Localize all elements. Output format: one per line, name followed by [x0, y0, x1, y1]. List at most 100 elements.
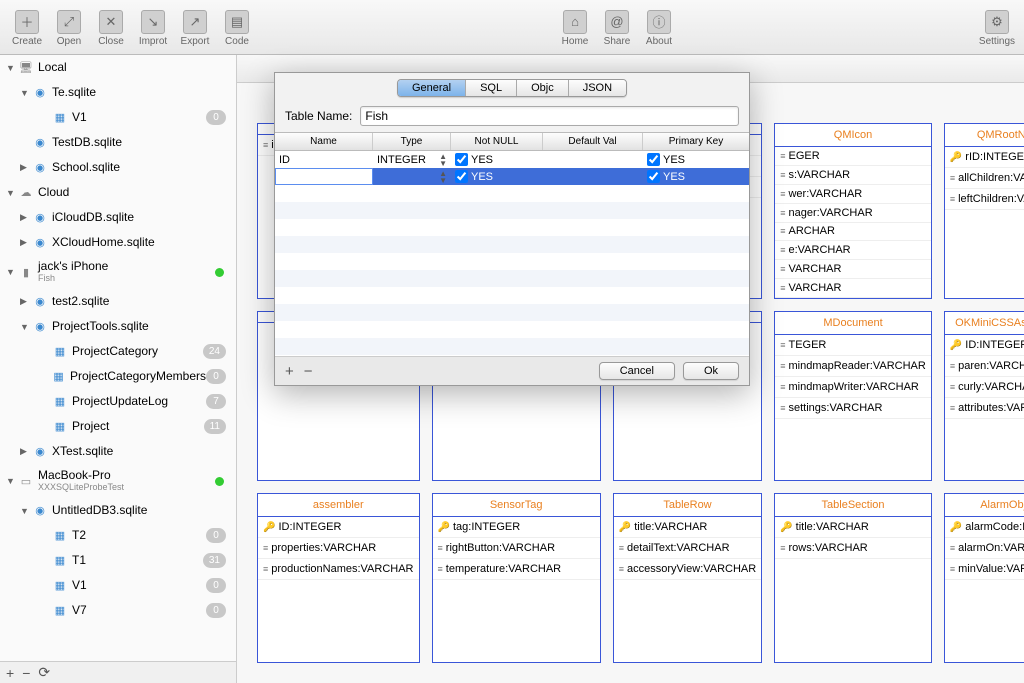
tree-group[interactable]: ▼☁Cloud: [0, 180, 236, 205]
tree-db[interactable]: ◉TestDB.sqlite: [0, 130, 236, 155]
tree-table[interactable]: ▦ProjectUpdateLog7: [0, 389, 236, 414]
column-row[interactable]: [275, 185, 749, 202]
pk-cell[interactable]: YES: [643, 168, 749, 185]
chevron-icon[interactable]: ▼: [6, 63, 18, 73]
chevron-icon[interactable]: ▼: [20, 322, 32, 332]
tree-label: Cloud: [38, 186, 69, 199]
tree-group[interactable]: ▼🖥Local: [0, 55, 236, 80]
notnull-cell[interactable]: YES: [451, 168, 543, 185]
table-card[interactable]: AlarmObject🔑alarmCode:INTEGER≡alarmOn:VA…: [944, 493, 1024, 663]
notnull-cell-checkbox[interactable]: [455, 153, 468, 166]
tree-group[interactable]: ▼▭MacBook-ProXXXSQLiteProbeTest: [0, 464, 236, 498]
open-button[interactable]: ⤢Open: [50, 8, 88, 47]
pk-cell[interactable]: YES: [643, 151, 749, 168]
column-row[interactable]: [275, 202, 749, 219]
table-card[interactable]: TableSection🔑title:VARCHAR≡rows:VARCHAR: [774, 493, 932, 663]
chevron-icon[interactable]: ▶: [20, 212, 32, 223]
column-row[interactable]: [275, 219, 749, 236]
tab-objc[interactable]: Objc: [517, 80, 569, 96]
tree-db[interactable]: ▶◉School.sqlite: [0, 155, 236, 180]
tab-general[interactable]: General: [398, 80, 466, 96]
chevron-icon[interactable]: ▶: [20, 296, 32, 307]
table-card[interactable]: assembler🔑ID:INTEGER≡properties:VARCHAR≡…: [257, 493, 420, 663]
chevron-icon[interactable]: ▶: [20, 162, 32, 173]
tree-db[interactable]: ▶◉XCloudHome.sqlite: [0, 230, 236, 255]
tree-db[interactable]: ▶◉test2.sqlite: [0, 289, 236, 314]
table-card[interactable]: TableRow🔑title:VARCHAR≡detailText:VARCHA…: [613, 493, 762, 663]
share-button[interactable]: @Share: [598, 8, 636, 47]
refresh-icon[interactable]: ⟳: [38, 664, 50, 681]
tree-table[interactable]: ▦T20: [0, 523, 236, 548]
pk-cell-checkbox[interactable]: [647, 170, 660, 183]
notnull-cell-checkbox[interactable]: [455, 170, 468, 183]
card-title: assembler: [258, 494, 419, 517]
close-button[interactable]: ✕Close: [92, 8, 130, 47]
column-row[interactable]: IDINTEGER▲▼YESYES: [275, 151, 749, 168]
stepper-icon[interactable]: ▲▼: [439, 170, 447, 184]
column-row[interactable]: [275, 253, 749, 270]
card-field: 🔑alarmCode:INTEGER: [945, 517, 1024, 538]
column-icon: ≡: [950, 543, 955, 553]
chevron-icon[interactable]: ▼: [20, 506, 32, 516]
tree-db[interactable]: ▼◉UntitledDB3.sqlite: [0, 498, 236, 523]
column-row[interactable]: [275, 338, 749, 355]
db-icon: ◉: [32, 503, 48, 519]
chevron-icon[interactable]: ▼: [6, 188, 18, 198]
table-card[interactable]: MDocument≡TEGER≡mindmapReader:VARCHAR≡mi…: [774, 311, 932, 481]
table-name-input[interactable]: [360, 106, 739, 126]
column-name-cell[interactable]: ID: [275, 151, 373, 168]
table-card[interactable]: QMRootNode🔑rID:INTEGER≡allChildren:VARCH…: [944, 123, 1024, 299]
card-field: ≡minValue:VARCHAR: [945, 559, 1024, 580]
tab-json[interactable]: JSON: [569, 80, 626, 96]
card-field: ≡paren:VARCHAR: [945, 356, 1024, 377]
create-button[interactable]: ＋Create: [8, 8, 46, 47]
chevron-icon[interactable]: ▼: [20, 88, 32, 98]
remove-column-icon[interactable]: −: [304, 363, 313, 380]
tree-db[interactable]: ▶◉iCloudDB.sqlite: [0, 205, 236, 230]
chevron-icon[interactable]: ▼: [6, 476, 18, 486]
table-card[interactable]: SensorTag🔑tag:INTEGER≡rightButton:VARCHA…: [432, 493, 601, 663]
tree-table[interactable]: ▦V10: [0, 105, 236, 130]
home-button[interactable]: ⌂Home: [556, 8, 594, 47]
about-button[interactable]: ⓘAbout: [640, 8, 678, 47]
tree-db[interactable]: ▶◉XTest.sqlite: [0, 439, 236, 464]
tree-table[interactable]: ▦T131: [0, 548, 236, 573]
remove-icon[interactable]: −: [22, 665, 30, 681]
tree-db[interactable]: ▼◉ProjectTools.sqlite: [0, 314, 236, 339]
default-cell[interactable]: [543, 151, 643, 168]
tree-table[interactable]: ▦ProjectCategoryMembers0: [0, 364, 236, 389]
column-row[interactable]: [275, 287, 749, 304]
tree-table[interactable]: ▦ProjectCategory24: [0, 339, 236, 364]
tree-table[interactable]: ▦Project11: [0, 414, 236, 439]
pk-cell-checkbox[interactable]: [647, 153, 660, 166]
table-card[interactable]: OKMiniCSSAssembler🔑ID:INTEGER≡paren:VARC…: [944, 311, 1024, 481]
export-button[interactable]: ↗Export: [176, 8, 214, 47]
default-cell[interactable]: [543, 168, 643, 185]
column-name-cell[interactable]: [275, 168, 373, 185]
column-row[interactable]: [275, 321, 749, 338]
column-row[interactable]: [275, 304, 749, 321]
tree-table[interactable]: ▦V10: [0, 573, 236, 598]
tree-group[interactable]: ▼▮jack's iPhoneFish: [0, 255, 236, 289]
settings-button[interactable]: ⚙Settings: [978, 10, 1016, 47]
column-row[interactable]: [275, 270, 749, 287]
ok-button[interactable]: Ok: [683, 362, 739, 380]
tab-sql[interactable]: SQL: [466, 80, 517, 96]
code-button[interactable]: ▤Code: [218, 8, 256, 47]
table-card[interactable]: QMIcon≡EGER≡s:VARCHAR≡wer:VARCHAR≡nager:…: [774, 123, 932, 299]
column-row[interactable]: [275, 236, 749, 253]
chevron-icon[interactable]: ▼: [6, 267, 18, 277]
chevron-icon[interactable]: ▶: [20, 446, 32, 457]
cancel-button[interactable]: Cancel: [599, 362, 675, 380]
improt-button[interactable]: ↘Improt: [134, 8, 172, 47]
column-type-cell[interactable]: INTEGER▲▼: [373, 151, 451, 168]
add-column-icon[interactable]: +: [285, 363, 294, 380]
stepper-icon[interactable]: ▲▼: [439, 153, 447, 167]
tree-db[interactable]: ▼◉Te.sqlite: [0, 80, 236, 105]
add-icon[interactable]: +: [6, 665, 14, 681]
column-type-cell[interactable]: ▲▼: [373, 168, 451, 185]
notnull-cell[interactable]: YES: [451, 151, 543, 168]
chevron-icon[interactable]: ▶: [20, 237, 32, 248]
tree-table[interactable]: ▦V70: [0, 598, 236, 623]
column-row[interactable]: ▲▼ YES YES: [275, 168, 749, 185]
